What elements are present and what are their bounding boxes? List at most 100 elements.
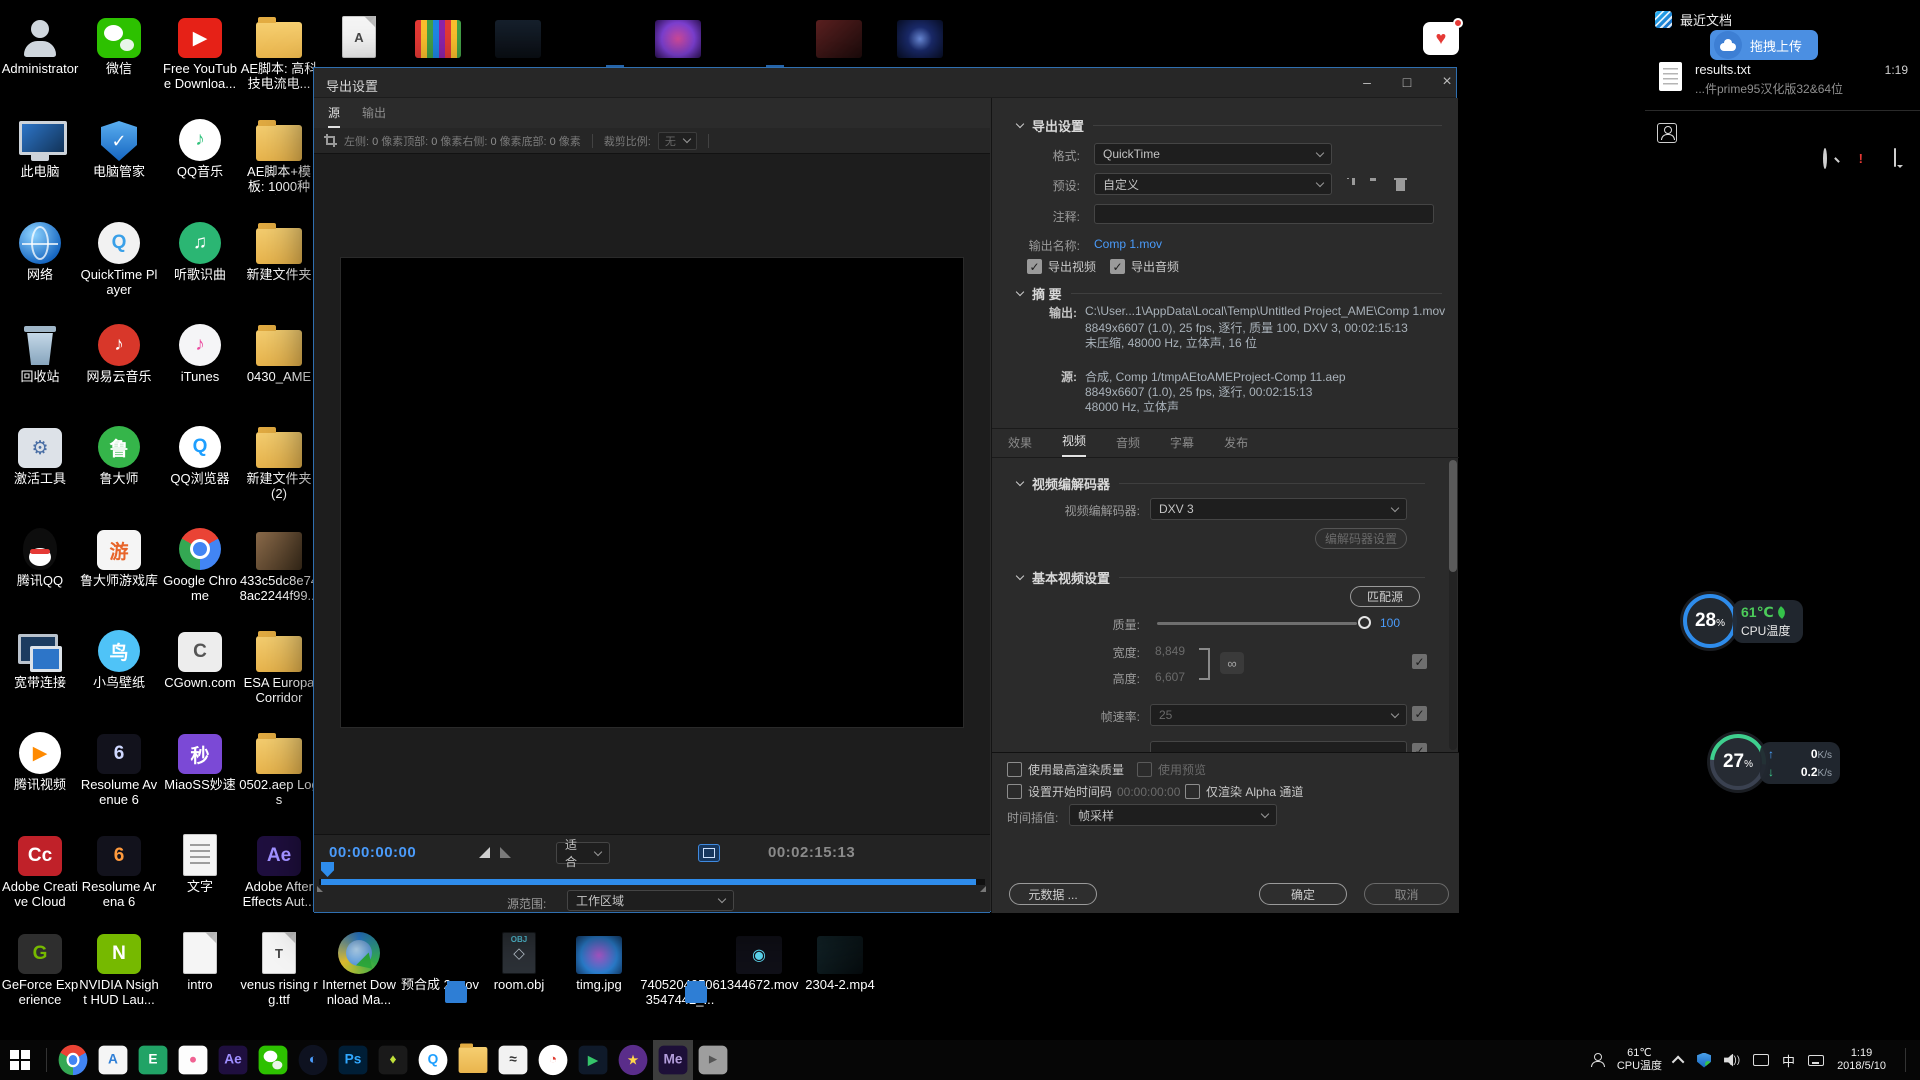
desktop-icon[interactable]: 回收站 bbox=[0, 320, 80, 384]
taskbar-app-leaf[interactable]: ♦ bbox=[373, 1040, 413, 1080]
tray-expand-icon[interactable] bbox=[1672, 1055, 1685, 1068]
taskbar-qq-browser[interactable]: Q bbox=[413, 1040, 453, 1080]
zoom-fit-dropdown[interactable]: 适合 bbox=[556, 842, 610, 864]
desktop-icon[interactable]: ♫听歌识曲 bbox=[160, 218, 240, 282]
cpu-usage-ring[interactable]: 28% bbox=[1683, 594, 1737, 648]
desktop-icon[interactable]: ♪QQ音乐 bbox=[160, 115, 240, 179]
dialog-titlebar[interactable]: 导出设置 – □ × bbox=[314, 68, 1456, 98]
link-dimensions-icon[interactable]: ∞ bbox=[1220, 652, 1244, 674]
desktop-icon[interactable]: 鲁鲁大师 bbox=[79, 422, 159, 486]
crop-field[interactable]: 顶部:0像素 bbox=[403, 136, 462, 148]
desktop-icon[interactable] bbox=[880, 12, 960, 58]
desktop-icon[interactable]: AE脚本+模板: 1000种缩... bbox=[239, 115, 319, 195]
scrollbar-thumb[interactable] bbox=[1449, 460, 1457, 572]
desktop-icon[interactable]: 文字 bbox=[160, 830, 240, 894]
desktop-icon[interactable]: 鸟小鸟壁纸 bbox=[79, 626, 159, 690]
account-icon[interactable] bbox=[1657, 123, 1677, 143]
desktop-icon[interactable]: Tvenus rising rg.ttf bbox=[239, 928, 319, 1007]
set-in-point-icon[interactable] bbox=[479, 847, 490, 858]
taskbar-app-game[interactable]: ★ bbox=[613, 1040, 653, 1080]
desktop-icon[interactable]: ▶腾讯视频 bbox=[0, 728, 80, 792]
video-codec-dropdown[interactable]: DXV 3 bbox=[1150, 498, 1407, 520]
desktop-icon[interactable]: 新建文件夹 bbox=[239, 218, 319, 282]
start-timecode-checkbox[interactable]: 设置开始时间码 bbox=[1007, 783, 1112, 800]
desktop-icon[interactable]: 0502.aep Logs bbox=[239, 728, 319, 807]
desktop-icon[interactable] bbox=[398, 12, 478, 58]
lock-aspect-checkbox[interactable]: ✓ bbox=[1412, 654, 1427, 669]
format-dropdown[interactable]: QuickTime bbox=[1094, 143, 1332, 165]
network-speed-bubble[interactable]: ↑0K/s ↓0.2K/s bbox=[1760, 742, 1840, 784]
codec-settings-button[interactable]: 编解码器设置 bbox=[1315, 528, 1407, 549]
taskbar-chrome[interactable] bbox=[53, 1040, 93, 1080]
desktop-icon[interactable]: 2304-2.mp4 bbox=[800, 928, 880, 992]
desktop-icon[interactable]: NNVIDIA Nsight HUD Lau... bbox=[79, 928, 159, 1007]
desktop-icon[interactable]: GGeForce Experience bbox=[0, 928, 80, 1007]
ime-indicator[interactable]: 中 bbox=[1782, 1051, 1795, 1070]
taskbar-app-music[interactable]: ◔ bbox=[533, 1040, 573, 1080]
ok-button[interactable]: 确定 bbox=[1259, 883, 1347, 905]
playhead[interactable] bbox=[321, 862, 334, 877]
scrollbar[interactable] bbox=[1449, 460, 1457, 750]
quality-slider-knob[interactable] bbox=[1358, 616, 1371, 629]
taskbar-app-sphere[interactable]: ◐ bbox=[293, 1040, 333, 1080]
desktop-icon[interactable]: ◉1344672.mov bbox=[719, 928, 799, 992]
taskbar-app-green[interactable]: E bbox=[133, 1040, 173, 1080]
metadata-button[interactable]: 元数据 ... bbox=[1009, 883, 1097, 905]
clipped-row-checkbox[interactable]: ✓ bbox=[1412, 743, 1427, 752]
desktop-icon[interactable]: ✓电脑管家 bbox=[79, 115, 159, 179]
desktop-icon[interactable]: 宽带连接 bbox=[0, 626, 80, 690]
settings-tab-字幕[interactable]: 字幕 bbox=[1170, 434, 1194, 457]
taskbar-app-wave[interactable]: ≈ bbox=[493, 1040, 533, 1080]
desktop-icon[interactable] bbox=[799, 12, 879, 58]
desktop-icon[interactable]: ESA Europa Corridor bbox=[239, 626, 319, 705]
summary-section-header[interactable]: 摘 要 bbox=[1017, 284, 1442, 303]
desktop-icon[interactable]: ⚙激活工具 bbox=[0, 422, 80, 486]
taskbar-wechat[interactable] bbox=[253, 1040, 293, 1080]
desktop-icon[interactable]: 秒MiaoSS妙速 bbox=[160, 728, 240, 792]
time-interpolation-dropdown[interactable]: 帧采样 bbox=[1069, 804, 1277, 826]
desktop-icon[interactable]: ▶Free YouTube Downloa... bbox=[160, 12, 240, 91]
desktop-icon[interactable]: QQuickTime Player bbox=[79, 218, 159, 297]
framerate-match-checkbox[interactable]: ✓ bbox=[1412, 706, 1427, 721]
taskbar-app-play[interactable]: ▶ bbox=[573, 1040, 613, 1080]
desktop-icon[interactable]: Internet Download Ma... bbox=[319, 928, 399, 1007]
desktop-icon[interactable]: ♪网易云音乐 bbox=[79, 320, 159, 384]
alpha-only-checkbox[interactable]: 仅渲染 Alpha 通道 bbox=[1185, 783, 1303, 800]
taskbar-photoshop[interactable]: Ps bbox=[333, 1040, 373, 1080]
desktop-icon[interactable]: ♪iTunes bbox=[160, 320, 240, 384]
settings-tab-音频[interactable]: 音频 bbox=[1116, 434, 1140, 457]
recent-file-row[interactable]: results.txt ...件prime95汉化版32&64位 bbox=[1659, 62, 1843, 97]
desktop-icon[interactable]: 游鲁大师游戏库 bbox=[79, 524, 159, 588]
desktop-icon[interactable]: CCGown.com bbox=[160, 626, 240, 690]
desktop-icon[interactable]: timg.jpg bbox=[559, 928, 639, 992]
crop-field[interactable]: 底部:0像素 bbox=[522, 136, 581, 148]
security-shield-icon[interactable] bbox=[1697, 1053, 1711, 1068]
desktop-icon[interactable]: CcAdobe Creative Cloud bbox=[0, 830, 80, 909]
desktop-icon[interactable] bbox=[719, 12, 799, 58]
desktop-icon[interactable]: 0430_AME bbox=[239, 320, 319, 384]
match-source-button[interactable]: 匹配源 bbox=[1350, 586, 1420, 607]
tablet-icon[interactable] bbox=[1753, 1054, 1769, 1066]
output-name-link[interactable]: Comp 1.mov bbox=[1094, 237, 1162, 251]
maximize-button[interactable]: □ bbox=[1387, 68, 1427, 96]
preset-dropdown[interactable]: 自定义 bbox=[1094, 173, 1332, 195]
export-audio-checkbox[interactable]: ✓ 导出音频 bbox=[1110, 258, 1179, 275]
export-video-checkbox[interactable]: ✓ 导出视频 bbox=[1027, 258, 1096, 275]
memory-usage-ring[interactable]: 27% bbox=[1710, 734, 1766, 790]
clock[interactable]: 1:192018/5/10 bbox=[1837, 1047, 1886, 1073]
source-range-dropdown[interactable]: 工作区域 bbox=[567, 890, 734, 911]
search-icon[interactable] bbox=[1823, 148, 1827, 169]
comment-input[interactable] bbox=[1094, 204, 1434, 224]
taskbar-app-pink[interactable]: ● bbox=[173, 1040, 213, 1080]
desktop-icon[interactable]: 腾讯QQ bbox=[0, 524, 80, 588]
set-out-point-icon[interactable] bbox=[500, 847, 511, 858]
taskbar-app-grey[interactable]: ► bbox=[693, 1040, 733, 1080]
desktop-icon[interactable]: ◇room.obj bbox=[479, 928, 559, 992]
desktop-icon[interactable]: 6Resolume Avenue 6 bbox=[79, 728, 159, 807]
minimize-button[interactable]: – bbox=[1347, 68, 1387, 96]
crop-icon[interactable] bbox=[324, 134, 337, 147]
desktop-icon[interactable]: 6Resolume Arena 6 bbox=[79, 830, 159, 909]
desktop-icon[interactable]: 740520405063547442_... bbox=[640, 928, 720, 1007]
cpu-temp-bubble[interactable]: 61℃ CPU温度 bbox=[1733, 600, 1803, 643]
people-icon[interactable] bbox=[1590, 1053, 1604, 1067]
